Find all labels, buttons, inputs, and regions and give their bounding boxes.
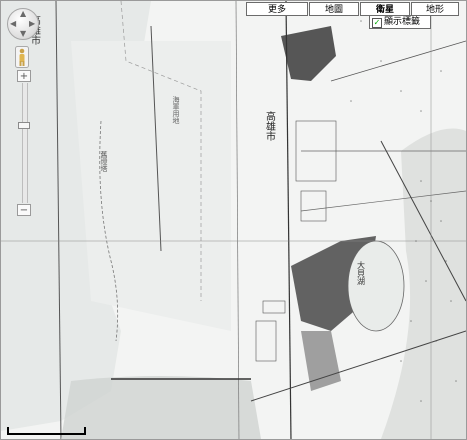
map-type-satellite-button[interactable]: 衛星 bbox=[360, 2, 410, 16]
show-labels-label: 顯示標籤 bbox=[384, 17, 421, 27]
zoom-out-button[interactable]: − bbox=[17, 204, 31, 216]
map-viewport[interactable]: 高雄市 高雄市 海軍用地 舊燈塔 大貝湖 更多 地圖 衛星 地形 ✓顯示標籤 ▲… bbox=[0, 0, 467, 440]
pan-up-icon[interactable]: ▲ bbox=[20, 9, 26, 18]
label-sea: 海軍用地 bbox=[172, 95, 180, 124]
scale-bar bbox=[7, 427, 86, 435]
more-button[interactable]: 更多 bbox=[246, 2, 308, 16]
zoom-slider-thumb[interactable] bbox=[18, 122, 30, 129]
map-type-terrain-button[interactable]: 地形 bbox=[411, 2, 459, 16]
zoom-in-button[interactable]: + bbox=[17, 70, 31, 82]
pan-control[interactable]: ▲ ◀ ▶ ▼ bbox=[7, 8, 39, 40]
label-reclaimed: 舊燈塔 bbox=[100, 150, 108, 173]
historic-map-tile[interactable]: 高雄市 高雄市 海軍用地 舊燈塔 大貝湖 bbox=[1, 1, 466, 439]
label-lake: 大貝湖 bbox=[357, 260, 366, 286]
pan-down-icon[interactable]: ▼ bbox=[20, 29, 26, 38]
label-kaohsiung-center: 高雄市 bbox=[264, 110, 276, 142]
harbour-basin bbox=[71, 41, 231, 331]
zoom-slider-track[interactable] bbox=[22, 83, 28, 203]
pegman-icon[interactable] bbox=[15, 46, 29, 68]
pan-left-icon[interactable]: ◀ bbox=[10, 19, 16, 28]
pan-right-icon[interactable]: ▶ bbox=[29, 19, 35, 28]
show-labels-toggle[interactable]: ✓ 顯示標籤 bbox=[369, 15, 431, 29]
lake-area bbox=[347, 240, 405, 332]
map-type-map-button[interactable]: 地圖 bbox=[309, 2, 359, 16]
checkbox-icon[interactable]: ✓ bbox=[372, 18, 382, 28]
southern-hills bbox=[61, 376, 261, 439]
